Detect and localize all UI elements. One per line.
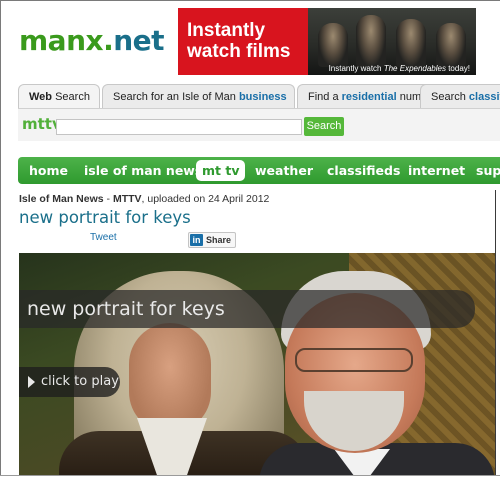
tab-residential-text: Find a: [308, 91, 342, 103]
below-frame-area: [0, 476, 500, 500]
site-logo[interactable]: manx. net: [19, 24, 165, 60]
nav-item-home[interactable]: home: [29, 157, 68, 184]
ad-headline-line1: Instantly: [187, 20, 266, 41]
article-upload-date: , uploaded on 24 April 2012: [141, 193, 270, 205]
search-bar: mttv Search: [18, 108, 500, 141]
tab-classifieds-accent: classifi: [468, 91, 500, 103]
tab-business-accent: business: [238, 91, 287, 103]
ad-figure-4: [436, 23, 466, 67]
tab-residential-search[interactable]: Find a residential number: [297, 84, 437, 108]
tab-business-text: Search for an Isle of Man: [113, 91, 239, 103]
video-player[interactable]: new portrait for keys click to play: [19, 253, 495, 475]
tab-web-search[interactable]: Web Search: [18, 84, 100, 108]
nav-item-classifieds[interactable]: classifieds: [327, 157, 400, 184]
frame-left-border: [0, 0, 1, 476]
man-glasses: [295, 348, 413, 372]
tab-web-search-bold: Web: [29, 91, 53, 103]
ad-caption-suffix: today!: [445, 64, 470, 73]
ad-figure-2: [356, 15, 386, 67]
page-right-edge: [495, 190, 500, 476]
ad-figure-3: [396, 19, 426, 67]
video-title-text: new portrait for keys: [27, 298, 225, 320]
ad-caption: Instantly watch The Expendables today!: [329, 64, 470, 73]
ad-caption-film: The Expendables: [383, 64, 446, 73]
nav-item-weather[interactable]: weather: [255, 157, 313, 184]
article-channel: MTTV: [112, 193, 142, 205]
tab-residential-accent: residential: [341, 91, 397, 103]
click-to-play-label: click to play: [41, 374, 119, 389]
article-section: Isle of Man News: [19, 193, 104, 205]
share-label: Share: [206, 235, 232, 245]
tab-classifieds-text: Search: [431, 91, 469, 103]
linkedin-icon: in: [190, 234, 203, 246]
ad-headline: Instantly watch films: [187, 20, 290, 62]
main-nav: home isle of man news mt tv weather clas…: [18, 157, 500, 184]
search-input[interactable]: [56, 119, 302, 135]
article-meta: Isle of Man News - MTTV, uploaded on 24 …: [19, 193, 269, 205]
logo-text-manx: manx: [19, 24, 104, 57]
tab-web-search-text: Search: [52, 91, 90, 103]
portrait-painting-face: [129, 323, 211, 433]
tab-business-search[interactable]: Search for an Isle of Man business: [102, 84, 295, 108]
nav-item-support[interactable]: supp: [476, 157, 500, 184]
ad-figure-1: [318, 23, 348, 67]
nav-item-internet[interactable]: internet: [408, 157, 465, 184]
nav-item-mt-tv[interactable]: mt tv: [196, 160, 246, 181]
tweet-button[interactable]: Tweet: [90, 232, 117, 243]
logo-text-dot: .: [103, 24, 114, 57]
frame-top-border: [0, 0, 500, 1]
logo-text-net: net: [113, 24, 165, 57]
tab-classifieds-search[interactable]: Search classifi: [420, 84, 500, 108]
ad-banner[interactable]: Instantly watch films Instantly watch Th…: [178, 8, 476, 75]
ad-caption-prefix: Instantly watch: [328, 64, 384, 73]
linkedin-share-button[interactable]: in Share: [188, 232, 236, 248]
ad-headline-line2: watch films: [187, 41, 291, 62]
click-to-play-button[interactable]: click to play: [19, 367, 120, 397]
article-title: new portrait for keys: [19, 208, 191, 227]
play-icon: [28, 376, 35, 388]
article-separator: -: [103, 193, 113, 205]
search-button[interactable]: Search: [304, 117, 344, 136]
nav-item-isle-of-man-news[interactable]: isle of man news: [84, 157, 202, 184]
search-tabs: Web Search Search for an Isle of Man bus…: [18, 84, 500, 108]
video-title-overlay: new portrait for keys: [19, 290, 475, 328]
